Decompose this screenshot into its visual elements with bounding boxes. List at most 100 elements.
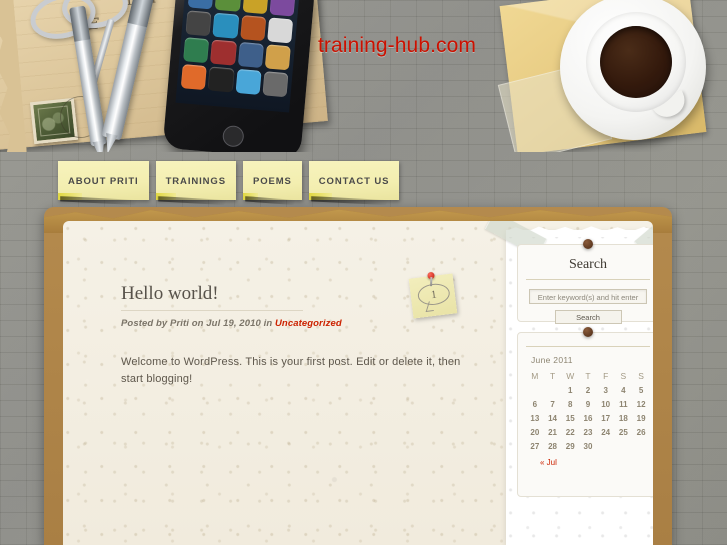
calendar-day[interactable]: 3 bbox=[597, 383, 615, 397]
calendar-day-empty bbox=[615, 439, 633, 453]
app-icon bbox=[212, 12, 239, 39]
calendar-day[interactable]: 5 bbox=[632, 383, 650, 397]
calendar-day-empty bbox=[597, 439, 615, 453]
search-widget-title: Search bbox=[526, 257, 650, 280]
calendar-day[interactable]: 2 bbox=[579, 383, 597, 397]
app-icon bbox=[269, 0, 296, 17]
app-icon bbox=[183, 37, 210, 64]
app-icon bbox=[235, 68, 262, 95]
calendar-day[interactable]: 30 bbox=[579, 439, 597, 453]
page-background: Desi E bbox=[0, 0, 727, 545]
calendar-weekday: S bbox=[620, 371, 627, 381]
calendar-widget-title bbox=[526, 345, 650, 347]
calendar-navigation: « Jul bbox=[526, 458, 650, 467]
calendar-week-row: 27 28 29 30 bbox=[526, 439, 650, 453]
post-meta: Posted by Priti on Jul 19, 2010 in Uncat… bbox=[121, 318, 476, 329]
calendar-weekday: F bbox=[603, 371, 609, 381]
calendar-body: 1 2 3 4 5 6 7 8 9 10 11 12 13 14 15 16 17 18 19 20 21 22 23 24 2… bbox=[526, 383, 650, 453]
main-navigation: ABOUT PRITI TRAININGS POEMS CONTACT US bbox=[58, 161, 400, 200]
calendar-prev-link[interactable]: « Jul bbox=[540, 458, 557, 467]
calendar-day[interactable]: 27 bbox=[526, 439, 544, 453]
calendar-day[interactable]: 1 bbox=[561, 383, 579, 397]
nav-item-contact-us[interactable]: CONTACT US bbox=[308, 161, 400, 200]
calendar-weekday-row: M T W T F S S bbox=[526, 369, 650, 383]
calendar-day-empty bbox=[526, 383, 544, 397]
calendar-day[interactable]: 4 bbox=[615, 383, 633, 397]
calendar-day-empty bbox=[632, 439, 650, 453]
calendar-day[interactable]: 25 bbox=[615, 425, 633, 439]
calendar-day[interactable]: 15 bbox=[561, 411, 579, 425]
calendar-day[interactable]: 22 bbox=[561, 425, 579, 439]
calendar-day[interactable]: 23 bbox=[579, 425, 597, 439]
nav-label: ABOUT PRITI bbox=[68, 175, 139, 187]
calendar-day[interactable]: 10 bbox=[597, 397, 615, 411]
comment-count-note[interactable]: 1 bbox=[408, 271, 458, 319]
smartphone-screen bbox=[175, 0, 300, 113]
calendar-day[interactable]: 24 bbox=[597, 425, 615, 439]
calendar-day[interactable]: 17 bbox=[597, 411, 615, 425]
app-icon bbox=[214, 0, 242, 12]
nav-item-trainings[interactable]: TRAININGS bbox=[155, 161, 236, 200]
calendar-day[interactable]: 9 bbox=[579, 397, 597, 411]
site-title[interactable]: training-hub.com bbox=[318, 34, 476, 58]
calendar-weekday: S bbox=[638, 371, 644, 381]
calendar-weekday: T bbox=[585, 371, 591, 381]
post-title[interactable]: Hello world! bbox=[121, 283, 303, 311]
comment-bubble-icon: 1 bbox=[416, 282, 451, 307]
app-icon bbox=[185, 10, 212, 37]
calendar-week-row: 13 14 15 16 17 18 19 bbox=[526, 411, 650, 425]
app-icon bbox=[242, 0, 269, 15]
calendar-day[interactable]: 21 bbox=[544, 425, 562, 439]
calendar-day[interactable]: 26 bbox=[632, 425, 650, 439]
calendar-day[interactable]: 16 bbox=[579, 411, 597, 425]
panel-inner-surface: Hello world! Posted by Priti on Jul 19, … bbox=[63, 221, 653, 545]
post-meta-prefix: Posted by Priti on Jul 19, 2010 in bbox=[121, 318, 275, 329]
calendar-table: M T W T F S S 1 2 3 4 5 6 7 8 9 10 11 12 13 14 15 16 17 1… bbox=[526, 369, 650, 453]
app-icon bbox=[210, 39, 237, 66]
calendar-widget: June 2011 M T W T F S S 1 2 3 4 5 6 7 8 … bbox=[517, 327, 653, 497]
calendar-day[interactable]: 29 bbox=[561, 439, 579, 453]
app-icon bbox=[237, 41, 264, 68]
sidebar: Search Enter keyword(s) and hit enter Se… bbox=[484, 221, 653, 545]
pushpin-icon bbox=[583, 327, 593, 337]
app-icon bbox=[264, 44, 291, 71]
pushpin-icon bbox=[427, 271, 435, 280]
pen-tip bbox=[92, 140, 107, 152]
calendar-day[interactable]: 11 bbox=[615, 397, 633, 411]
calendar-day[interactable]: 28 bbox=[544, 439, 562, 453]
nav-label: POEMS bbox=[252, 175, 292, 187]
calendar-caption: June 2011 bbox=[531, 355, 573, 365]
calendar-day-empty bbox=[544, 383, 562, 397]
calendar-day[interactable]: 19 bbox=[632, 411, 650, 425]
calendar-day[interactable]: 7 bbox=[544, 397, 562, 411]
calendar-weekday: T bbox=[549, 371, 556, 381]
content-panel: Hello world! Posted by Priti on Jul 19, … bbox=[44, 207, 672, 545]
calendar-week-row: 20 21 22 23 24 25 26 bbox=[526, 425, 650, 439]
calendar-day[interactable]: 14 bbox=[544, 411, 562, 425]
app-icon bbox=[262, 71, 289, 98]
calendar-week-row: 6 7 8 9 10 11 12 bbox=[526, 397, 650, 411]
coffee-liquid-graphic bbox=[600, 26, 672, 98]
smartphone-graphic bbox=[162, 0, 316, 152]
post-body: Welcome to WordPress. This is your first… bbox=[121, 356, 461, 385]
calendar-day[interactable]: 13 bbox=[526, 411, 544, 425]
search-input[interactable]: Enter keyword(s) and hit enter bbox=[529, 289, 647, 304]
app-icon bbox=[180, 64, 208, 91]
calendar-weekday: W bbox=[566, 371, 575, 381]
search-button[interactable]: Search bbox=[554, 310, 622, 324]
post-category-link[interactable]: Uncategorized bbox=[275, 318, 342, 329]
calendar-day[interactable]: 6 bbox=[526, 397, 544, 411]
home-button-icon bbox=[221, 124, 245, 148]
calendar-day[interactable]: 8 bbox=[561, 397, 579, 411]
search-widget: Search Enter keyword(s) and hit enter Se… bbox=[517, 239, 653, 324]
nav-item-poems[interactable]: POEMS bbox=[242, 161, 302, 200]
nav-label: TRAININGS bbox=[165, 175, 226, 187]
nav-item-about-priti[interactable]: ABOUT PRITI bbox=[58, 161, 149, 200]
calendar-day[interactable]: 12 bbox=[632, 397, 650, 411]
app-icon bbox=[239, 15, 267, 42]
app-icon bbox=[187, 0, 215, 10]
calendar-week-row: 12345 bbox=[526, 383, 650, 397]
calendar-day[interactable]: 20 bbox=[526, 425, 544, 439]
calendar-day[interactable]: 18 bbox=[615, 411, 633, 425]
nav-label: CONTACT US bbox=[318, 175, 390, 187]
